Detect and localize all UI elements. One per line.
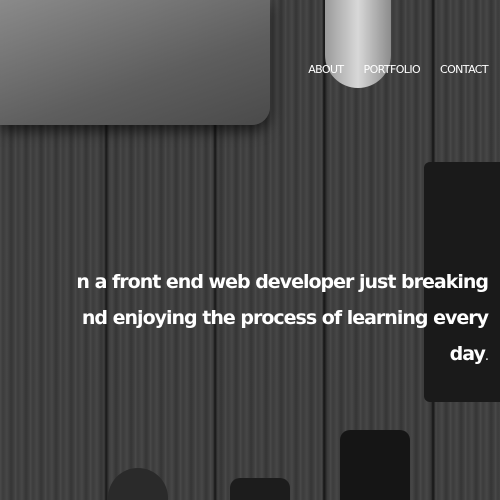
hero-line-3: day.	[0, 336, 489, 375]
nav-contact[interactable]: CONTACT	[440, 63, 489, 76]
main-nav: ABOUT PORTFOLIO CONTACT	[308, 63, 488, 76]
hero-line-1: n a front end web developer just breakin…	[76, 271, 489, 293]
hero-line-2: nd enjoying the process of learning ever…	[81, 307, 489, 329]
laptop-background-image	[0, 0, 270, 125]
nav-portfolio[interactable]: PORTFOLIO	[364, 63, 421, 76]
lens-background-image	[230, 478, 290, 500]
hero-text: n a front end web developer just breakin…	[0, 264, 489, 375]
pinecone-background-image	[108, 468, 168, 500]
hero-period: .	[484, 349, 489, 364]
cup-background-image	[340, 430, 410, 500]
hero-line-3-text: day	[449, 343, 486, 365]
nav-about[interactable]: ABOUT	[308, 63, 344, 76]
